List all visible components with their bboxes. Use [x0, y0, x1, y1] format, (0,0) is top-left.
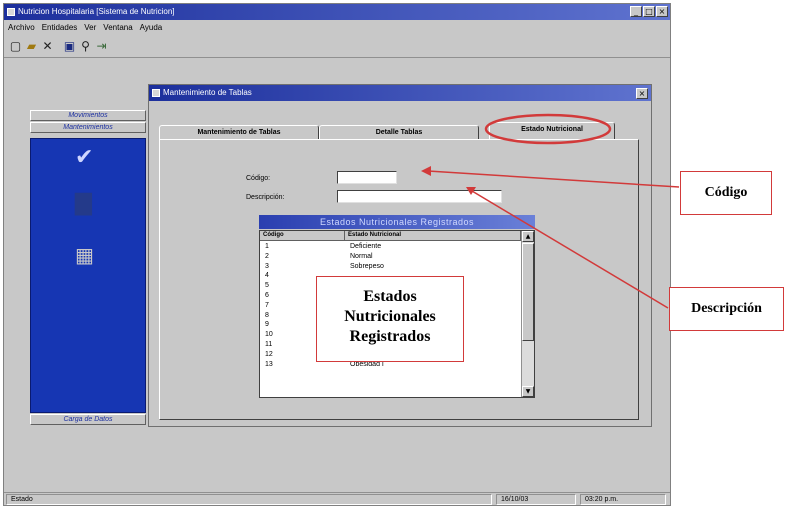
- descripcion-arrow: [471, 190, 669, 309]
- callout-estados-line-2: Nutricionales: [344, 308, 436, 325]
- callout-estados-line-1: Estados: [363, 288, 417, 305]
- codigo-arrow: [427, 170, 680, 188]
- callout-estados-line-3: Registrados: [349, 328, 431, 345]
- annotation-arrows: [421, 113, 680, 309]
- descripcion-arrowhead: [466, 187, 476, 195]
- callout-estados: Estados Nutricionales Registrados: [316, 276, 464, 362]
- callout-descripcion: Descripción: [669, 287, 784, 331]
- codigo-arrowhead: [421, 166, 431, 176]
- active-tab-highlight: [484, 113, 612, 145]
- callout-codigo: Código: [680, 171, 772, 215]
